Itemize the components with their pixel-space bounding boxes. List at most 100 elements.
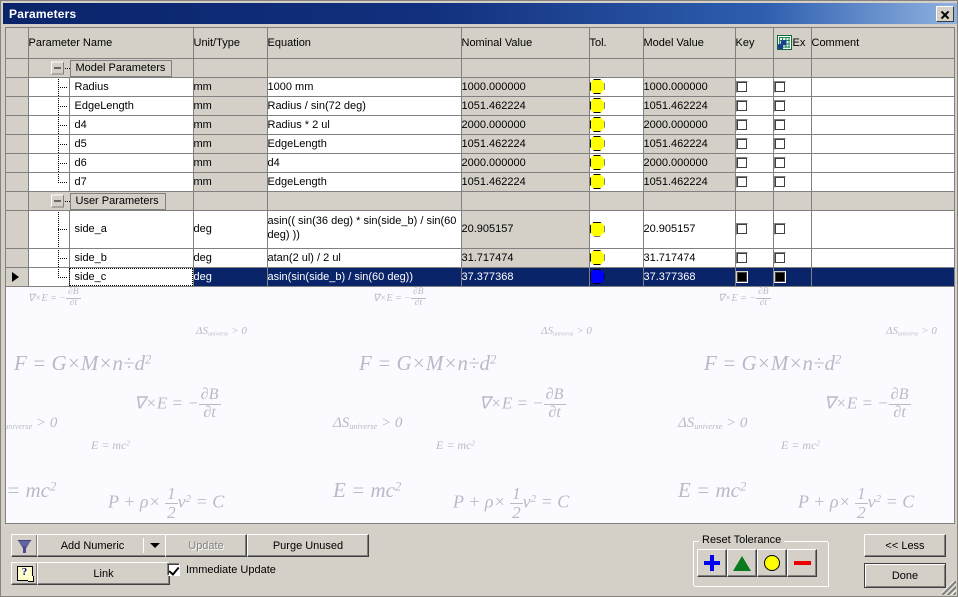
export-cell[interactable] bbox=[773, 115, 812, 135]
key-cell[interactable] bbox=[735, 134, 774, 154]
row-gutter[interactable] bbox=[6, 191, 29, 211]
equation-cell[interactable]: 1000 mm bbox=[267, 77, 462, 97]
tolerance-circle-button[interactable] bbox=[757, 549, 787, 577]
comment-cell[interactable] bbox=[811, 267, 954, 287]
key-cell[interactable] bbox=[735, 77, 774, 97]
less-button[interactable]: << Less bbox=[864, 534, 946, 557]
unit-type-cell[interactable]: mm bbox=[193, 153, 268, 173]
nominal-value-cell[interactable]: 1051.462224 bbox=[461, 134, 590, 154]
export-checkbox[interactable] bbox=[773, 137, 786, 150]
table-row[interactable]: d5 mm EdgeLength 1051.462224 1051.462224 bbox=[6, 134, 954, 154]
row-gutter[interactable] bbox=[6, 210, 29, 249]
expander-icon[interactable] bbox=[50, 61, 64, 74]
export-checkbox[interactable] bbox=[773, 175, 786, 188]
link-button[interactable]: Link bbox=[37, 562, 170, 585]
tolerance-octagon-icon[interactable] bbox=[589, 117, 605, 132]
expander-icon[interactable] bbox=[50, 194, 64, 207]
tolerance-octagon-icon[interactable] bbox=[589, 155, 605, 170]
export-checkbox[interactable] bbox=[773, 80, 786, 93]
parameter-name-cell[interactable]: side_a bbox=[28, 210, 194, 249]
parameter-name-cell[interactable]: d4 bbox=[28, 115, 194, 135]
parameter-name-cell[interactable]: Radius bbox=[28, 77, 194, 97]
comment-cell[interactable] bbox=[811, 134, 954, 154]
equation-cell[interactable]: atan(2 ul) / 2 ul bbox=[267, 248, 462, 268]
table-row[interactable]: EdgeLength mm Radius / sin(72 deg) 1051.462… bbox=[6, 96, 954, 116]
done-button[interactable]: Done bbox=[864, 563, 946, 588]
tolerance-octagon-icon[interactable] bbox=[589, 250, 605, 265]
export-checkbox[interactable] bbox=[773, 223, 786, 236]
key-checkbox[interactable] bbox=[735, 251, 748, 264]
immediate-update-check-box[interactable] bbox=[167, 563, 180, 576]
equation-cell[interactable]: Radius * 2 ul bbox=[267, 115, 462, 135]
nominal-value-cell[interactable]: 1000.000000 bbox=[461, 77, 590, 97]
table-row[interactable]: d4 mm Radius * 2 ul 2000.000000 2000.000000 bbox=[6, 115, 954, 135]
parameter-name-cell[interactable]: d6 bbox=[28, 153, 194, 173]
parameter-name-cell[interactable]: side_b bbox=[28, 248, 194, 268]
key-checkbox[interactable] bbox=[735, 270, 748, 283]
equation-cell[interactable]: asin(( sin(36 deg) * sin(side_b) / sin(6… bbox=[267, 210, 462, 249]
tolerance-octagon-icon[interactable] bbox=[589, 269, 605, 284]
row-gutter[interactable] bbox=[6, 172, 29, 192]
key-cell[interactable] bbox=[735, 153, 774, 173]
key-cell[interactable] bbox=[735, 172, 774, 192]
table-row[interactable]: d6 mm d4 2000.000000 2000.000000 bbox=[6, 153, 954, 173]
row-gutter[interactable] bbox=[6, 248, 29, 268]
table-row[interactable]: side_b deg atan(2 ul) / 2 ul 31.717474 31.71… bbox=[6, 248, 954, 268]
comment-cell[interactable] bbox=[811, 96, 954, 116]
export-cell[interactable] bbox=[773, 96, 812, 116]
tolerance-cell[interactable] bbox=[589, 210, 644, 249]
help-button[interactable] bbox=[11, 562, 38, 585]
export-checkbox[interactable] bbox=[773, 99, 786, 112]
nominal-value-cell[interactable]: 1051.462224 bbox=[461, 96, 590, 116]
tolerance-plus-button[interactable] bbox=[697, 549, 727, 577]
key-cell[interactable] bbox=[735, 267, 774, 287]
export-checkbox[interactable] bbox=[773, 118, 786, 131]
unit-type-cell[interactable]: mm bbox=[193, 134, 268, 154]
resize-grip[interactable] bbox=[942, 581, 956, 595]
row-gutter[interactable] bbox=[6, 267, 29, 287]
equation-cell[interactable]: asin(sin(side_b) / sin(60 deg)) bbox=[267, 267, 462, 287]
column-header-model-value[interactable]: Model Value bbox=[643, 28, 736, 59]
export-cell[interactable] bbox=[773, 248, 812, 268]
table-row[interactable]: side_c deg asin(sin(side_b) / sin(60 deg))… bbox=[6, 267, 954, 287]
key-cell[interactable] bbox=[735, 210, 774, 249]
column-header-key[interactable]: Key bbox=[735, 28, 774, 59]
export-cell[interactable] bbox=[773, 153, 812, 173]
nominal-value-cell[interactable]: 2000.000000 bbox=[461, 115, 590, 135]
column-header-tolerance[interactable]: Tol. bbox=[589, 28, 644, 59]
export-checkbox[interactable] bbox=[773, 270, 786, 283]
unit-type-cell[interactable]: mm bbox=[193, 115, 268, 135]
row-gutter[interactable] bbox=[6, 134, 29, 154]
equation-cell[interactable]: Radius / sin(72 deg) bbox=[267, 96, 462, 116]
table-row[interactable]: d7 mm EdgeLength 1051.462224 1051.462224 bbox=[6, 172, 954, 192]
export-cell[interactable] bbox=[773, 267, 812, 287]
tolerance-triangle-button[interactable] bbox=[727, 549, 757, 577]
tolerance-cell[interactable] bbox=[589, 96, 644, 116]
tolerance-octagon-icon[interactable] bbox=[589, 221, 605, 237]
export-cell[interactable] bbox=[773, 210, 812, 249]
key-checkbox[interactable] bbox=[735, 223, 748, 236]
column-header-nominal-value[interactable]: Nominal Value bbox=[461, 28, 590, 59]
key-checkbox[interactable] bbox=[735, 137, 748, 150]
close-icon[interactable] bbox=[936, 5, 954, 22]
row-gutter[interactable] bbox=[6, 153, 29, 173]
key-checkbox[interactable] bbox=[735, 118, 748, 131]
nominal-value-cell[interactable]: 31.717474 bbox=[461, 248, 590, 268]
tolerance-octagon-icon[interactable] bbox=[589, 174, 605, 189]
export-checkbox[interactable] bbox=[773, 156, 786, 169]
purge-unused-button[interactable]: Purge Unused bbox=[247, 534, 369, 557]
key-cell[interactable] bbox=[735, 248, 774, 268]
column-header-unit-type[interactable]: Unit/Type bbox=[193, 28, 268, 59]
equation-cell[interactable]: EdgeLength bbox=[267, 172, 462, 192]
export-cell[interactable] bbox=[773, 77, 812, 97]
title-bar[interactable]: Parameters bbox=[3, 3, 957, 24]
tolerance-cell[interactable] bbox=[589, 115, 644, 135]
unit-type-cell[interactable]: deg bbox=[193, 210, 268, 249]
table-row[interactable]: side_a deg asin(( sin(36 deg) * sin(side_b… bbox=[6, 210, 954, 249]
row-gutter[interactable] bbox=[6, 115, 29, 135]
key-cell[interactable] bbox=[735, 96, 774, 116]
tolerance-octagon-icon[interactable] bbox=[589, 79, 605, 94]
unit-type-cell[interactable]: mm bbox=[193, 77, 268, 97]
tolerance-octagon-icon[interactable] bbox=[589, 98, 605, 113]
row-gutter[interactable] bbox=[6, 96, 29, 116]
